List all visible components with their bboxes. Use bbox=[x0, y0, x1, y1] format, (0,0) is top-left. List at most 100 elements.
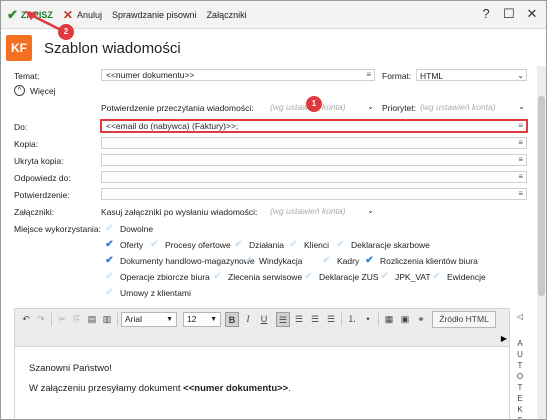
delete-attachments-select[interactable]: (wg ustawień konta) ⌄ bbox=[267, 205, 376, 217]
scrollbar-thumb[interactable] bbox=[538, 96, 545, 296]
check-icon[interactable]: ✔ bbox=[288, 239, 299, 250]
format-select[interactable]: HTML ⌄ bbox=[416, 69, 527, 81]
italic-icon[interactable]: I bbox=[241, 312, 255, 327]
align-center-icon[interactable]: ☰ bbox=[292, 312, 306, 327]
menu-lines-icon[interactable]: ≡ bbox=[518, 121, 523, 131]
bullet-list-icon[interactable]: • bbox=[361, 312, 375, 327]
more-toggle[interactable]: Więcej bbox=[30, 86, 56, 96]
usage-label: Miejsce wykorzystania: bbox=[14, 224, 101, 234]
save-button[interactable]: ✔ ZAPISZ bbox=[1, 4, 58, 26]
expand-toolbar-icon[interactable]: ▶ bbox=[499, 331, 509, 346]
bcc-label: Ukryta kopia: bbox=[14, 156, 64, 166]
check-icon[interactable]: ✔ bbox=[104, 255, 115, 266]
usage-option[interactable]: ✔ Zlecenia serwisowe bbox=[212, 271, 302, 282]
editor-body[interactable]: Szanowni Państwo! W załączeniu przesyłam… bbox=[14, 347, 510, 419]
check-icon[interactable]: ✔ bbox=[303, 271, 314, 282]
usage-option-label: Ewidencje bbox=[447, 271, 486, 282]
chevron-down-icon: ⌄ bbox=[367, 206, 374, 215]
usage-option[interactable]: ✔ Klienci bbox=[288, 239, 329, 250]
autotekst-label: AUTOTEKST bbox=[516, 339, 524, 419]
usage-option[interactable]: ✔ Oferty bbox=[104, 239, 143, 250]
link-icon[interactable]: ⚭ bbox=[414, 312, 428, 327]
check-icon[interactable]: ✔ bbox=[364, 255, 375, 266]
bold-icon[interactable]: B bbox=[225, 312, 239, 327]
font-size-select[interactable]: 12 ▼ bbox=[183, 312, 221, 327]
paste-icon[interactable]: ▤ bbox=[85, 312, 99, 327]
reply-to-label: Odpowiedz do: bbox=[14, 173, 71, 183]
usage-option[interactable]: ✔ Rozliczenia klientów biura bbox=[364, 255, 478, 266]
check-icon[interactable]: ✔ bbox=[379, 271, 390, 282]
usage-option[interactable]: ✔ Ewidencje bbox=[431, 271, 486, 282]
cancel-button[interactable]: ✕ Anuluj bbox=[58, 4, 107, 26]
check-icon[interactable]: ✔ bbox=[335, 239, 346, 250]
body-line-prefix: W załączeniu przesyłamy dokument bbox=[29, 383, 184, 394]
usage-option[interactable]: ✔ Umowy z klientami bbox=[104, 287, 191, 298]
align-left-icon[interactable]: ☰ bbox=[276, 312, 290, 327]
format-value: HTML bbox=[420, 71, 444, 81]
check-icon[interactable]: ✔ bbox=[212, 271, 223, 282]
usage-option[interactable]: ✔ Deklaracje skarbowe bbox=[335, 239, 430, 250]
check-icon[interactable]: ✔ bbox=[149, 239, 160, 250]
vertical-scrollbar[interactable] bbox=[537, 66, 546, 419]
menu-lines-icon[interactable]: ≡ bbox=[518, 189, 523, 199]
usage-option-label: Deklaracje skarbowe bbox=[351, 239, 430, 250]
maximize-button[interactable]: ☐ bbox=[499, 6, 519, 22]
autotekst-panel-tab[interactable]: AUTOTEKST bbox=[515, 338, 525, 419]
body-line: W załączeniu przesyłamy dokument <<numer… bbox=[29, 383, 291, 394]
table-icon[interactable]: ▦ bbox=[382, 312, 396, 327]
check-icon[interactable]: ✔ bbox=[233, 239, 244, 250]
editor-toolbar: ↶ ↷ ✂ ⎘ ▤ ▥ Arial ▼ 12 ▼ B I U ☰ ☰ ☰ ☰ ⒈ bbox=[14, 308, 510, 347]
reply-to-field[interactable]: ≡ bbox=[101, 171, 527, 183]
toolbar-separator bbox=[341, 313, 342, 326]
usage-option[interactable]: ✔ Działania bbox=[233, 239, 284, 250]
chevron-up-icon[interactable]: ^ bbox=[14, 85, 25, 96]
html-source-button[interactable]: Źródło HTML bbox=[432, 311, 496, 328]
attachments-button[interactable]: Załączniki bbox=[202, 4, 252, 26]
document-number-token: <<numer dokumentu>> bbox=[183, 383, 289, 394]
underline-icon[interactable]: U bbox=[257, 312, 271, 327]
help-button[interactable]: ? bbox=[476, 6, 496, 21]
copy-icon[interactable]: ⎘ bbox=[70, 312, 84, 327]
image-icon[interactable]: ▣ bbox=[398, 312, 412, 327]
delete-attachments-label: Kasuj załączniki po wysłaniu wiadomości: bbox=[101, 207, 258, 217]
usage-option[interactable]: ✔ Operacje zbiorcze biura bbox=[104, 271, 209, 282]
numbered-list-icon[interactable]: ⒈ bbox=[345, 312, 359, 327]
cut-icon[interactable]: ✂ bbox=[55, 312, 69, 327]
read-receipt-label: Potwierdzenie przeczytania wiadomości: bbox=[101, 103, 254, 113]
undo-icon[interactable]: ↶ bbox=[19, 312, 33, 327]
check-icon[interactable]: ✔ bbox=[104, 239, 115, 250]
check-icon[interactable]: ✔ bbox=[431, 271, 442, 282]
menu-lines-icon[interactable]: ≡ bbox=[366, 70, 371, 80]
menu-lines-icon[interactable]: ≡ bbox=[518, 172, 523, 182]
usage-option[interactable]: ✔ Procesy ofertowe bbox=[149, 239, 230, 250]
align-right-icon[interactable]: ☰ bbox=[308, 312, 322, 327]
check-icon[interactable]: ✔ bbox=[104, 271, 115, 282]
check-icon[interactable]: ✔ bbox=[104, 223, 115, 234]
align-justify-icon[interactable]: ☰ bbox=[324, 312, 338, 327]
bcc-field[interactable]: ≡ bbox=[101, 154, 527, 166]
menu-lines-icon[interactable]: ≡ bbox=[518, 155, 523, 165]
check-icon[interactable]: ✔ bbox=[104, 287, 115, 298]
usage-option-any[interactable]: ✔ Dowolne bbox=[104, 223, 153, 234]
to-field[interactable]: <<email do (nabywca) (Faktury)>>; ≡ bbox=[100, 119, 528, 133]
collapse-panel-icon[interactable]: ◁ bbox=[515, 309, 525, 324]
check-icon[interactable]: ✔ bbox=[243, 255, 254, 266]
menu-lines-icon[interactable]: ≡ bbox=[518, 138, 523, 148]
check-icon[interactable]: ✔ bbox=[321, 255, 332, 266]
redo-icon[interactable]: ↷ bbox=[34, 312, 48, 327]
page-header: KF Szablon wiadomości bbox=[1, 30, 546, 66]
usage-option[interactable]: ✔ Kadry bbox=[321, 255, 359, 266]
font-family-select[interactable]: Arial ▼ bbox=[121, 312, 177, 327]
usage-option[interactable]: ✔ Dokumenty handlowo-magazynowe bbox=[104, 255, 254, 266]
cc-field[interactable]: ≡ bbox=[101, 137, 527, 149]
usage-option[interactable]: ✔ Deklaracje ZUS bbox=[303, 271, 378, 282]
close-window-button[interactable]: ✕ bbox=[522, 6, 542, 22]
usage-option[interactable]: ✔ JPK_VAT bbox=[379, 271, 430, 282]
paste-text-icon[interactable]: ▥ bbox=[100, 312, 114, 327]
priority-select[interactable]: (wg ustawień konta) ⌄ bbox=[417, 101, 527, 113]
spellcheck-button[interactable]: Sprawdzanie pisowni bbox=[107, 4, 202, 26]
usage-option[interactable]: ✔ Windykacja bbox=[243, 255, 302, 266]
topic-field[interactable]: <<numer dokumentu>> ≡ bbox=[101, 69, 375, 81]
font-size-value: 12 bbox=[187, 314, 197, 324]
confirmation-field[interactable]: ≡ bbox=[101, 188, 527, 200]
